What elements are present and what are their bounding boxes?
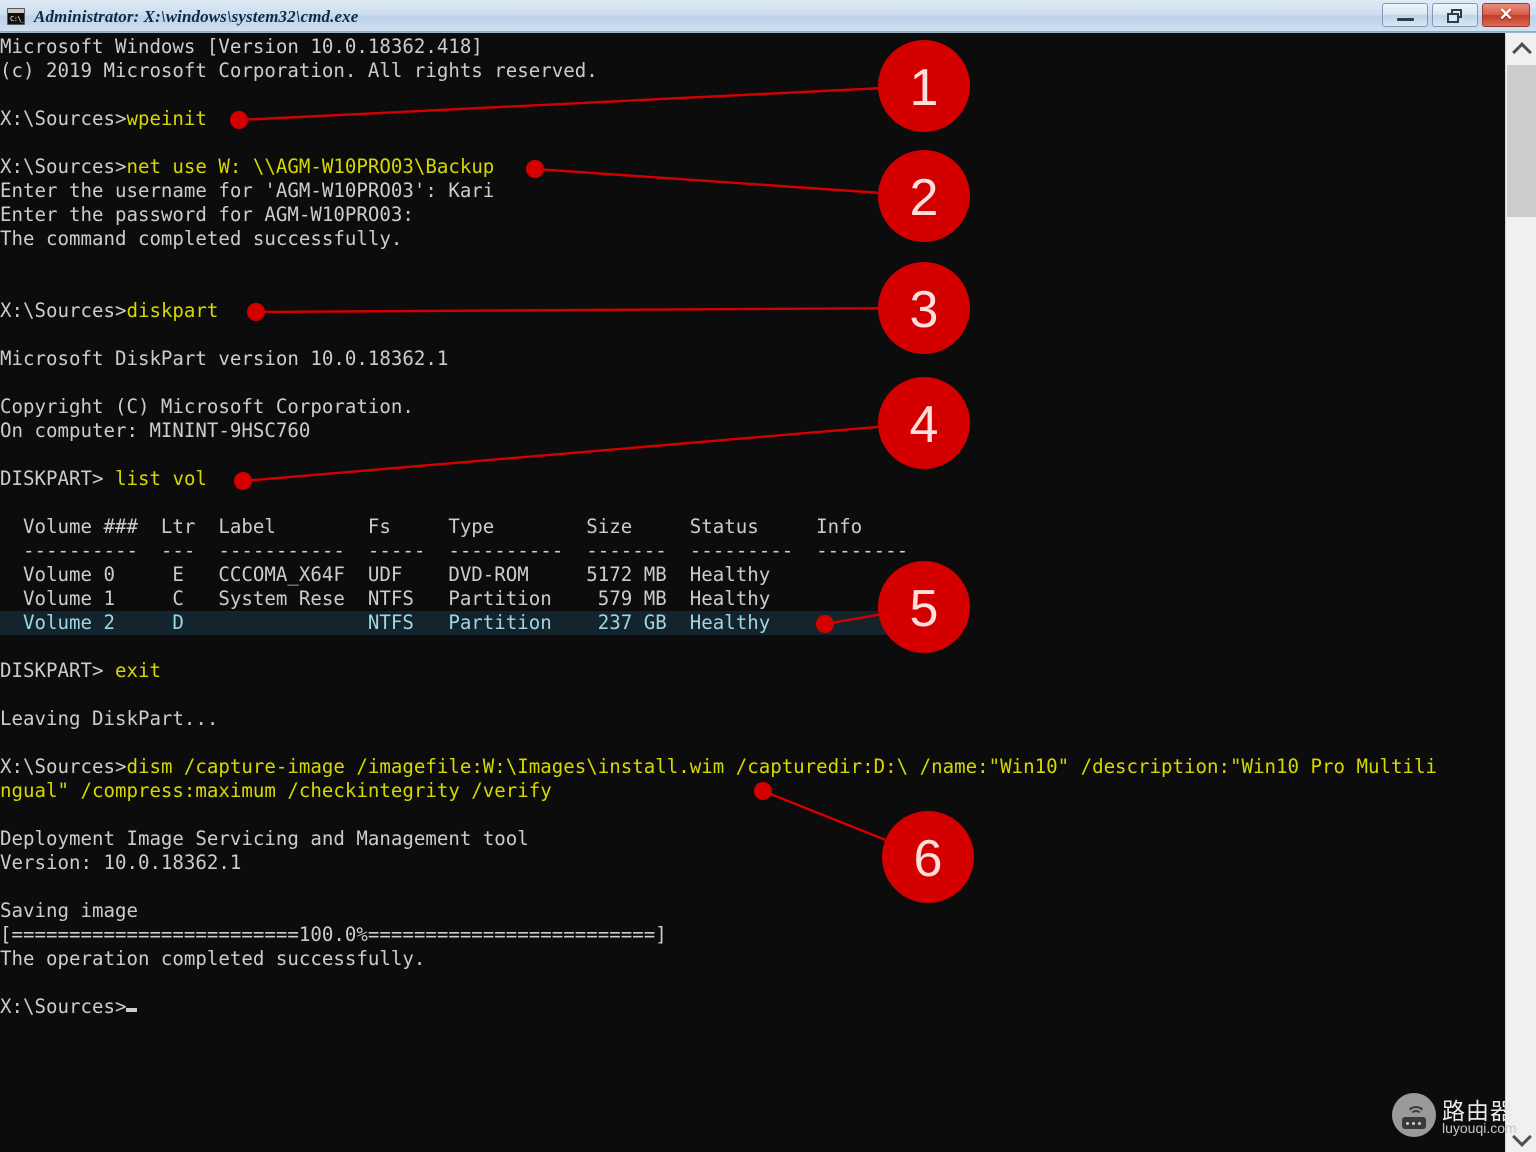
console-output-text: The operation completed successfully. xyxy=(0,947,425,970)
console-line xyxy=(0,731,1505,755)
console-line: Microsoft DiskPart version 10.0.18362.1 xyxy=(0,347,1505,371)
minimize-button[interactable] xyxy=(1382,3,1428,27)
console-command-text: wpeinit xyxy=(126,107,206,130)
console-line xyxy=(0,875,1505,899)
console-line xyxy=(0,251,1505,275)
console-line: Volume ### Ltr Label Fs Type Size Status… xyxy=(0,515,1505,539)
console-output-text: [=========================100.0%========… xyxy=(0,923,667,946)
scroll-down-button[interactable] xyxy=(1506,1121,1536,1152)
console-line: X:\Sources>diskpart xyxy=(0,299,1505,323)
console-output-text: ---------- --- ----------- ----- -------… xyxy=(0,539,908,562)
console-line xyxy=(0,971,1505,995)
console-line xyxy=(0,131,1505,155)
console-line xyxy=(0,83,1505,107)
console-line xyxy=(0,275,1505,299)
console-line: The operation completed successfully. xyxy=(0,947,1505,971)
console-output-text: Version: 10.0.18362.1 xyxy=(0,851,241,874)
console-line: The command completed successfully. xyxy=(0,227,1505,251)
console-line: Microsoft Windows [Version 10.0.18362.41… xyxy=(0,35,1505,59)
window-title: Administrator: X:\windows\system32\cmd.e… xyxy=(34,7,358,27)
console-output-area[interactable]: Microsoft Windows [Version 10.0.18362.41… xyxy=(0,33,1505,1152)
console-line: X:\Sources>dism /capture-image /imagefil… xyxy=(0,755,1505,779)
console-line: Enter the username for 'AGM-W10PRO03': K… xyxy=(0,179,1505,203)
console-prompt-text: X:\Sources> xyxy=(0,107,126,130)
console-prompt-text: DISKPART> xyxy=(0,659,115,682)
console-command-text: dism /capture-image /imagefile:W:\Images… xyxy=(126,755,1436,778)
console-command-text: exit xyxy=(115,659,161,682)
console-output-text: Saving image xyxy=(0,899,138,922)
console-output-text: Copyright (C) Microsoft Corporation. xyxy=(0,395,414,418)
console-output-text: Microsoft Windows [Version 10.0.18362.41… xyxy=(0,35,483,58)
console-output-text: On computer: MININT-9HSC760 xyxy=(0,419,310,442)
console-line: On computer: MININT-9HSC760 xyxy=(0,419,1505,443)
chevron-up-icon xyxy=(1512,42,1532,62)
minimize-icon xyxy=(1397,18,1414,21)
console-line xyxy=(0,683,1505,707)
cmd-icon: C:\_ xyxy=(7,8,25,25)
cmd-icon-titlestrip xyxy=(8,9,24,13)
console-line: ---------- --- ----------- ----- -------… xyxy=(0,539,1505,563)
console-output-text: Volume ### Ltr Label Fs Type Size Status… xyxy=(0,515,862,538)
console-prompt-text: X:\Sources> xyxy=(0,155,126,178)
console-command-text: diskpart xyxy=(126,299,218,322)
console-command-text: ngual" /compress:maximum /checkintegrity… xyxy=(0,779,552,802)
console-line: Deployment Image Servicing and Managemen… xyxy=(0,827,1505,851)
console-command-text: list vol xyxy=(115,467,207,490)
console-line: DISKPART> list vol xyxy=(0,467,1505,491)
text-cursor xyxy=(126,1008,137,1012)
console-output-text: Enter the username for 'AGM-W10PRO03': K… xyxy=(0,179,494,202)
console-line: X:\Sources> xyxy=(0,995,1505,1019)
console-line xyxy=(0,491,1505,515)
console-line xyxy=(0,323,1505,347)
cmd-window: C:\_ Administrator: X:\windows\system32\… xyxy=(0,0,1536,1152)
console-text: Microsoft Windows [Version 10.0.18362.41… xyxy=(0,35,1505,1019)
close-icon: ✕ xyxy=(1483,4,1529,26)
console-selected-row: Volume 2 D NTFS Partition 237 GB Healthy xyxy=(0,611,908,635)
console-line: ngual" /compress:maximum /checkintegrity… xyxy=(0,779,1505,803)
title-bar[interactable]: C:\_ Administrator: X:\windows\system32\… xyxy=(0,0,1536,33)
console-output-text: Microsoft DiskPart version 10.0.18362.1 xyxy=(0,347,448,370)
chevron-down-icon xyxy=(1512,1127,1532,1147)
console-line: Leaving DiskPart... xyxy=(0,707,1505,731)
console-output-text: Enter the password for AGM-W10PRO03: xyxy=(0,203,414,226)
restore-icon-front xyxy=(1447,13,1459,23)
console-output-text: Volume 0 E CCCOMA_X64F UDF DVD-ROM 5172 … xyxy=(0,563,770,586)
cmd-icon-prompt: C:\_ xyxy=(10,15,25,23)
console-prompt-text: X:\Sources> xyxy=(0,995,126,1018)
restore-button[interactable] xyxy=(1432,3,1478,27)
console-line: [=========================100.0%========… xyxy=(0,923,1505,947)
console-line: DISKPART> exit xyxy=(0,659,1505,683)
scroll-up-button[interactable] xyxy=(1506,33,1536,64)
console-output-text: (c) 2019 Microsoft Corporation. All righ… xyxy=(0,59,598,82)
console-prompt-text: X:\Sources> xyxy=(0,299,126,322)
console-line xyxy=(0,371,1505,395)
console-line xyxy=(0,803,1505,827)
vertical-scrollbar[interactable] xyxy=(1505,33,1536,1152)
console-line: X:\Sources>wpeinit xyxy=(0,107,1505,131)
console-line: (c) 2019 Microsoft Corporation. All righ… xyxy=(0,59,1505,83)
console-prompt-text: DISKPART> xyxy=(0,467,115,490)
console-command-text: net use W: \\AGM-W10PRO03\Backup xyxy=(126,155,494,178)
console-output-text: Deployment Image Servicing and Managemen… xyxy=(0,827,529,850)
console-line: Enter the password for AGM-W10PRO03: xyxy=(0,203,1505,227)
console-line: Volume 0 E CCCOMA_X64F UDF DVD-ROM 5172 … xyxy=(0,563,1505,587)
console-line: Version: 10.0.18362.1 xyxy=(0,851,1505,875)
console-output-text: The command completed successfully. xyxy=(0,227,402,250)
console-line: Saving image xyxy=(0,899,1505,923)
console-line xyxy=(0,443,1505,467)
console-line xyxy=(0,635,1505,659)
console-line: Volume 1 C System Rese NTFS Partition 57… xyxy=(0,587,1505,611)
console-output-text: Volume 1 C System Rese NTFS Partition 57… xyxy=(0,587,770,610)
scrollbar-thumb[interactable] xyxy=(1507,65,1536,217)
console-prompt-text: X:\Sources> xyxy=(0,755,126,778)
close-button[interactable]: ✕ xyxy=(1482,3,1530,27)
console-line: Volume 2 D NTFS Partition 237 GB Healthy xyxy=(0,611,1505,635)
console-output-text: Leaving DiskPart... xyxy=(0,707,218,730)
console-line: X:\Sources>net use W: \\AGM-W10PRO03\Bac… xyxy=(0,155,1505,179)
console-line: Copyright (C) Microsoft Corporation. xyxy=(0,395,1505,419)
